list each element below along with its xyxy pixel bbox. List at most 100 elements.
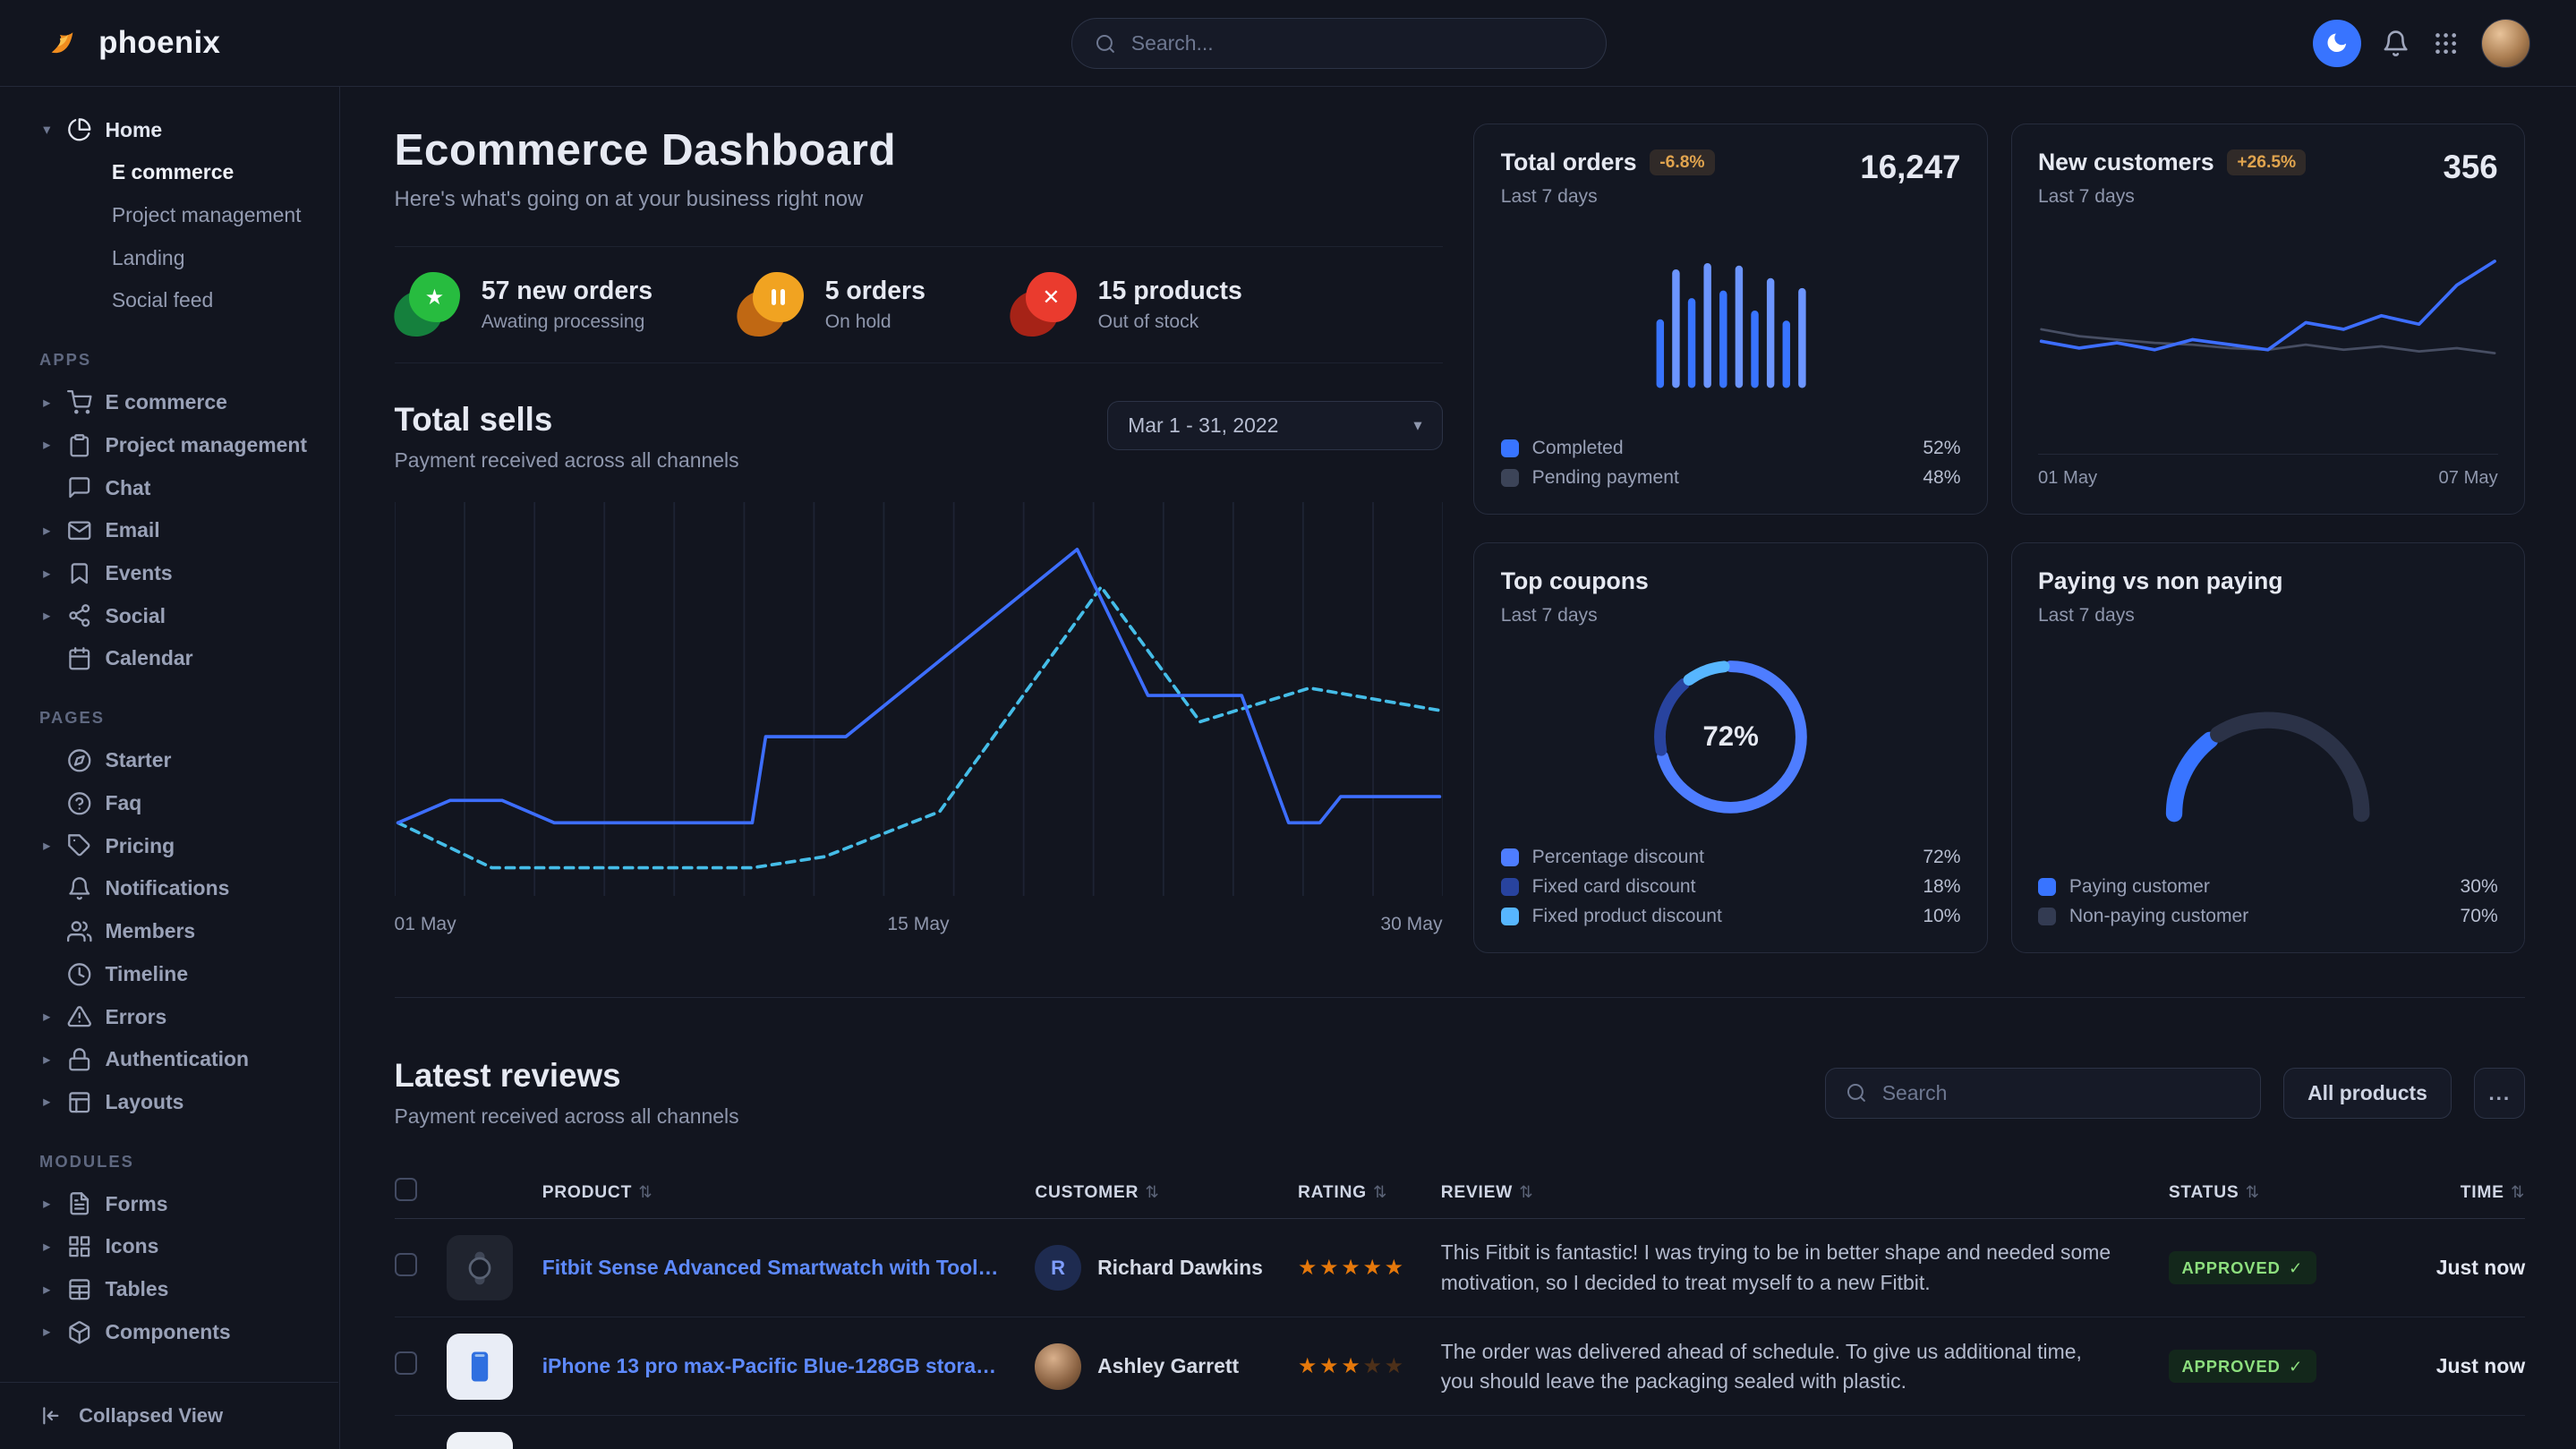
sidebar-item-chat[interactable]: Chat (0, 466, 339, 509)
column-header-rating[interactable]: RATING⇅ (1298, 1182, 1441, 1203)
new-customers-card: New customers +26.5% Last 7 days 356 01 … (2011, 124, 2526, 515)
cart-icon (67, 390, 92, 415)
reviews-search-input[interactable] (1882, 1081, 2240, 1105)
sidebar-item-tables[interactable]: ▸Tables (0, 1268, 339, 1311)
sort-icon[interactable]: ⇅ (2246, 1182, 2260, 1201)
sidebar-item-pricing[interactable]: ▸Pricing (0, 824, 339, 867)
sidebar-item-events[interactable]: ▸Events (0, 552, 339, 595)
theme-toggle-button[interactable] (2313, 20, 2360, 67)
collapse-icon (39, 1404, 63, 1428)
column-header-status[interactable]: STATUS⇅ (2169, 1182, 2399, 1203)
sidebar-subitem-label: Project management (112, 203, 302, 227)
stat-caption: Awating processing (482, 311, 653, 333)
search-icon (1095, 33, 1116, 55)
sidebar-item-e-commerce[interactable]: ▸E commerce (0, 381, 339, 424)
sidebar-item-label: Notifications (105, 876, 229, 900)
apps-menu-button[interactable] (2432, 30, 2460, 57)
sidebar-item-social[interactable]: ▸Social (0, 594, 339, 637)
column-header-time[interactable]: TIME⇅ (2399, 1182, 2525, 1203)
user-avatar[interactable] (2481, 19, 2530, 68)
search-input[interactable] (1131, 31, 1583, 55)
sidebar-children-home: E commerce Project management LandingSocia… (0, 151, 339, 322)
sidebar-item-members[interactable]: Members (0, 910, 339, 953)
sidebar-item-calendar[interactable]: Calendar (0, 637, 339, 680)
row-checkbox[interactable] (395, 1253, 418, 1276)
caret-right-icon: ▸ (39, 1093, 55, 1111)
column-header-review[interactable]: REVIEW⇅ (1441, 1182, 2169, 1203)
sidebar-item-components[interactable]: ▸Components (0, 1311, 339, 1354)
check-icon: ✓ (2289, 1357, 2303, 1377)
x-label-end: 30 May (1380, 914, 1442, 935)
global-search[interactable] (1071, 18, 1607, 69)
sidebar-item-email[interactable]: ▸Email (0, 509, 339, 552)
sort-icon[interactable]: ⇅ (1373, 1182, 1387, 1201)
date-range-select[interactable]: Mar 1 - 31, 2022 ▾ (1107, 401, 1442, 450)
help-icon (67, 791, 92, 816)
new-customers-value: 356 (2443, 149, 2497, 186)
date-range-value: Mar 1 - 31, 2022 (1128, 413, 1278, 438)
brand[interactable]: phoenix (46, 24, 220, 62)
new-customers-title: New customers (2038, 149, 2214, 176)
select-all-checkbox[interactable] (395, 1178, 418, 1201)
product-link[interactable]: Fitbit Sense Advanced Smartwatch with To… (542, 1256, 1036, 1280)
sidebar-subitem-e-commerce[interactable]: E commerce (0, 151, 339, 194)
column-header-product[interactable]: PRODUCT⇅ (542, 1182, 1036, 1203)
collapse-sidebar-button[interactable]: Collapsed View (0, 1382, 338, 1449)
sidebar-item-authentication[interactable]: ▸Authentication (0, 1038, 339, 1081)
sidebar-item-timeline[interactable]: Timeline (0, 952, 339, 995)
all-products-filter-button[interactable]: All products (2283, 1068, 2451, 1119)
sidebar-item-errors[interactable]: ▸Errors (0, 995, 339, 1038)
legend-value: 52% (1923, 438, 1960, 459)
top-coupons-card: Top coupons Last 7 days 72% Percentage d… (1473, 542, 1988, 953)
new-customers-x-labels: 01 May 07 May (2038, 454, 2498, 489)
dashboard-left-column: Ecommerce Dashboard Here's what's going … (395, 124, 1443, 953)
product-thumbnail[interactable] (447, 1334, 512, 1399)
layout-icon (67, 1090, 92, 1115)
product-thumbnail[interactable] (447, 1432, 512, 1449)
sidebar-item-icons[interactable]: ▸Icons (0, 1225, 339, 1268)
sidebar-item-home[interactable]: ▾Home (0, 108, 339, 151)
sidebar-item-label: Components (105, 1320, 230, 1344)
legend-value: 72% (1923, 847, 1960, 868)
sidebar-item-starter[interactable]: Starter (0, 739, 339, 782)
caret-right-icon: ▸ (39, 837, 55, 855)
sidebar-item-notifications[interactable]: Notifications (0, 867, 339, 910)
page-title: Ecommerce Dashboard (395, 124, 1443, 175)
sidebar-item-faq[interactable]: Faq (0, 782, 339, 825)
sidebar-section-label-pages: PAGES (0, 680, 339, 739)
sidebar-item-project-management[interactable]: ▸Project management (0, 424, 339, 467)
total-sells-title: Total sells (395, 401, 739, 439)
caret-right-icon: ▸ (39, 565, 55, 583)
sidebar-item-label: Project management (105, 433, 307, 457)
total-sells-x-labels: 01 May 15 May 30 May (395, 914, 1443, 935)
search-icon (1846, 1082, 1867, 1104)
column-header-customer[interactable]: CUSTOMER⇅ (1035, 1182, 1298, 1203)
calendar-icon (67, 646, 92, 671)
x-label-end: 07 May (2439, 468, 2498, 489)
sort-icon[interactable]: ⇅ (638, 1182, 653, 1201)
sidebar-item-layouts[interactable]: ▸Layouts (0, 1081, 339, 1124)
sidebar-subitem-social-feed[interactable]: Social feed (0, 279, 339, 322)
legend-value: 30% (2461, 876, 2498, 898)
sidebar-item-forms[interactable]: ▸Forms (0, 1182, 339, 1225)
reviews-search[interactable] (1825, 1068, 2260, 1119)
sort-icon[interactable]: ⇅ (2511, 1182, 2525, 1201)
rating-stars: ★★★★★ (1298, 1353, 1441, 1379)
sort-icon[interactable]: ⇅ (1145, 1182, 1159, 1201)
product-thumbnail[interactable] (447, 1235, 512, 1300)
sort-icon[interactable]: ⇅ (1519, 1182, 1533, 1201)
notifications-button[interactable] (2382, 30, 2410, 57)
legend-swatch (1501, 469, 1519, 487)
sidebar-subitem-project-management[interactable]: Project management (0, 194, 339, 237)
more-actions-button[interactable]: ... (2474, 1068, 2525, 1119)
lock-icon (67, 1047, 92, 1072)
sidebar-subitem-landing[interactable]: Landing (0, 236, 339, 279)
legend-swatch (1501, 878, 1519, 896)
status-badge: APPROVED✓ (2169, 1350, 2316, 1383)
shapes-icon (67, 1234, 92, 1259)
clock-icon (67, 962, 92, 987)
alert-icon (67, 1004, 92, 1029)
reviews-table: PRODUCT⇅CUSTOMER⇅RATING⇅REVIEW⇅STATUS⇅TI… (395, 1166, 2526, 1449)
row-checkbox[interactable] (395, 1351, 418, 1375)
product-link[interactable]: iPhone 13 pro max-Pacific Blue-128GB sto… (542, 1354, 1036, 1378)
